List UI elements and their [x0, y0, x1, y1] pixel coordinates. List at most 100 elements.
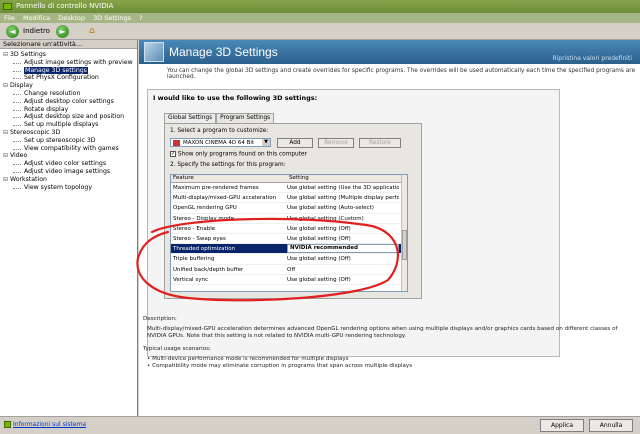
step2-label: 2. Specify the settings for this program… [170, 162, 286, 168]
menu-3d-settings[interactable]: 3D Settings [93, 14, 131, 22]
cancel-button[interactable]: Annulla [589, 419, 633, 432]
feature-cell: Multi-display/mixed-GPU acceleration [173, 195, 277, 202]
tree-item[interactable]: Change resolution [0, 90, 137, 98]
description-heading: Description: [143, 316, 177, 322]
tree-item-label: Workstation [9, 175, 47, 183]
description-text: Multi-display/mixed-GPU acceleration det… [147, 326, 618, 339]
settings-row[interactable]: Stereo - Display mode Use global setting … [171, 214, 407, 224]
settings-row[interactable]: Multi-display/mixed-GPU acceleration Use … [171, 193, 407, 204]
setting-cell: Use global setting (Use the 3D applicati… [287, 185, 399, 191]
tree-item[interactable]: Set PhysX Configuration [0, 74, 137, 82]
tree-item-label: Set up stereoscopic 3D [24, 136, 96, 144]
tree-category[interactable]: 3D Settings [0, 51, 137, 59]
window-title: Pannello di controllo NVIDIA [16, 2, 114, 10]
settings-grid: Feature Setting Maximum pre-rendered fra… [170, 174, 408, 292]
program-select-value: MAXON CINEMA 4D 64 Bit [183, 140, 255, 146]
settings-row[interactable]: Stereo - Enable Use global setting (Off) [171, 224, 407, 234]
feature-cell: Threaded optimization [173, 246, 236, 253]
tree-item[interactable]: Adjust video image settings [0, 168, 137, 176]
tree-item-label: Display [9, 82, 33, 90]
step1-label: 1. Select a program to customize: [170, 128, 269, 134]
remove-button[interactable]: Remove [318, 138, 354, 148]
setting-cell: Use global setting (Off) [287, 256, 351, 263]
scenario-item: Compatibility mode may eliminate corrupt… [147, 363, 623, 370]
show-only-checkbox[interactable]: ✓ [170, 151, 176, 157]
settings-row[interactable]: Unified back/depth buffer Off [171, 265, 407, 275]
feature-cell: Stereo - Display mode [173, 215, 235, 222]
tree-item[interactable]: Adjust desktop size and position [0, 113, 137, 121]
settings-row[interactable]: Maximum pre-rendered frames Use global se… [171, 183, 407, 194]
feature-cell: Maximum pre-rendered frames [173, 185, 259, 191]
column-setting: Setting [289, 175, 309, 181]
tree-item[interactable]: Set up stereoscopic 3D [0, 137, 137, 145]
menu-help[interactable]: ? [139, 14, 142, 22]
page-title: Manage 3D Settings [169, 45, 278, 59]
program-select[interactable]: MAXON CINEMA 4D 64 Bit ▼ [170, 138, 271, 147]
scenarios-list: Multi-device performance mode is recomme… [143, 356, 623, 370]
tree-item-label: View system topology [24, 183, 93, 191]
settings-row[interactable]: Vertical sync Use global setting (Off) [171, 275, 407, 285]
setting-cell: Use global setting (Multiple display per… [287, 195, 399, 202]
system-info-link[interactable]: Informazioni sul sistema [4, 421, 86, 428]
tree-item-label: Adjust video image settings [24, 167, 111, 175]
tree-category[interactable]: Display [0, 82, 137, 90]
settings-row[interactable]: Triple buffering Use global setting (Off) [171, 254, 407, 265]
settings-rows: Maximum pre-rendered frames Use global se… [171, 183, 407, 285]
tree-item-label: Stereoscopic 3D [9, 128, 61, 136]
tab-global-settings[interactable]: Global Settings [164, 113, 217, 123]
restore-defaults-link[interactable]: Ripristina valori predefiniti [552, 55, 632, 62]
menu-file[interactable]: File [4, 14, 15, 22]
apply-button[interactable]: Applica [540, 419, 584, 432]
chevron-down-icon[interactable]: ▼ [262, 139, 270, 146]
grid-header: Feature Setting [171, 175, 407, 183]
tree-item[interactable]: Set up multiple displays [0, 121, 137, 129]
forward-arrow-icon[interactable]: ► [56, 25, 69, 38]
scroll-thumb[interactable] [402, 230, 407, 260]
tree-item[interactable]: Manage 3D settings [0, 66, 137, 75]
show-only-label: Show only programs found on this compute… [177, 151, 307, 158]
3d-settings-icon [144, 42, 164, 62]
back-arrow-icon[interactable]: ◄ [6, 25, 19, 38]
tab-program-settings[interactable]: Program Settings [216, 113, 275, 123]
task-tree: 3D SettingsAdjust image settings with pr… [0, 49, 137, 191]
feature-cell: Stereo - Enable [173, 225, 216, 232]
add-button[interactable]: Add [277, 138, 313, 148]
tree-item-label: Adjust desktop color settings [24, 97, 114, 105]
toolbar: ◄ Indietro ► ⌂ [0, 23, 640, 40]
tree-item[interactable]: Rotate display [0, 106, 137, 114]
tree-item[interactable]: View compatibility with games [0, 145, 137, 153]
tree-item-label: Set PhysX Configuration [24, 74, 99, 82]
settings-row[interactable]: OpenGL rendering GPU Use global setting (… [171, 203, 407, 214]
window-titlebar: Pannello di controllo NVIDIA [0, 0, 640, 13]
menu-desktop[interactable]: Desktop [58, 14, 85, 22]
status-bar: Informazioni sul sistema Applica Annulla [0, 416, 640, 434]
column-feature: Feature [173, 175, 194, 181]
home-icon[interactable]: ⌂ [85, 25, 99, 38]
task-sidebar: Selezionare un'attività... 3D SettingsAd… [0, 40, 138, 416]
settings-tabs: Global Settings Program Settings [164, 113, 275, 123]
tree-item[interactable]: Adjust image settings with preview [0, 59, 137, 67]
sidebar-header: Selezionare un'attività... [0, 40, 137, 49]
setting-cell: Use global setting (Off) [287, 276, 351, 283]
settings-row[interactable]: Threaded optimization NVIDIA recommended [171, 244, 407, 255]
tree-item-label: Set up multiple displays [24, 121, 99, 129]
grid-scrollbar[interactable] [401, 175, 407, 291]
back-button-label[interactable]: Indietro [23, 27, 50, 35]
setting-dropdown[interactable]: NVIDIA recommended [287, 244, 399, 254]
feature-cell: Triple buffering [173, 256, 215, 263]
cinema4d-icon [173, 140, 180, 146]
program-settings-body: 1. Select a program to customize: MAXON … [164, 123, 422, 299]
tree-item[interactable]: Adjust desktop color settings [0, 98, 137, 106]
menu-edit[interactable]: Modifica [23, 14, 50, 22]
settings-row[interactable]: Stereo - Swap eyes Use global setting (Of… [171, 234, 407, 245]
tree-category[interactable]: Workstation [0, 176, 137, 184]
tree-category[interactable]: Stereoscopic 3D [0, 129, 137, 137]
tree-item[interactable]: Adjust video color settings [0, 160, 137, 168]
menu-bar: File Modifica Desktop 3D Settings ? [0, 13, 640, 23]
restore-button[interactable]: Restore [359, 138, 401, 148]
tree-category[interactable]: Video [0, 152, 137, 160]
tree-item[interactable]: View system topology [0, 184, 137, 192]
setting-cell: Use global setting (Custom) [287, 215, 364, 222]
panel-title: I would like to use the following 3D set… [153, 94, 318, 102]
feature-cell: OpenGL rendering GPU [173, 205, 237, 212]
